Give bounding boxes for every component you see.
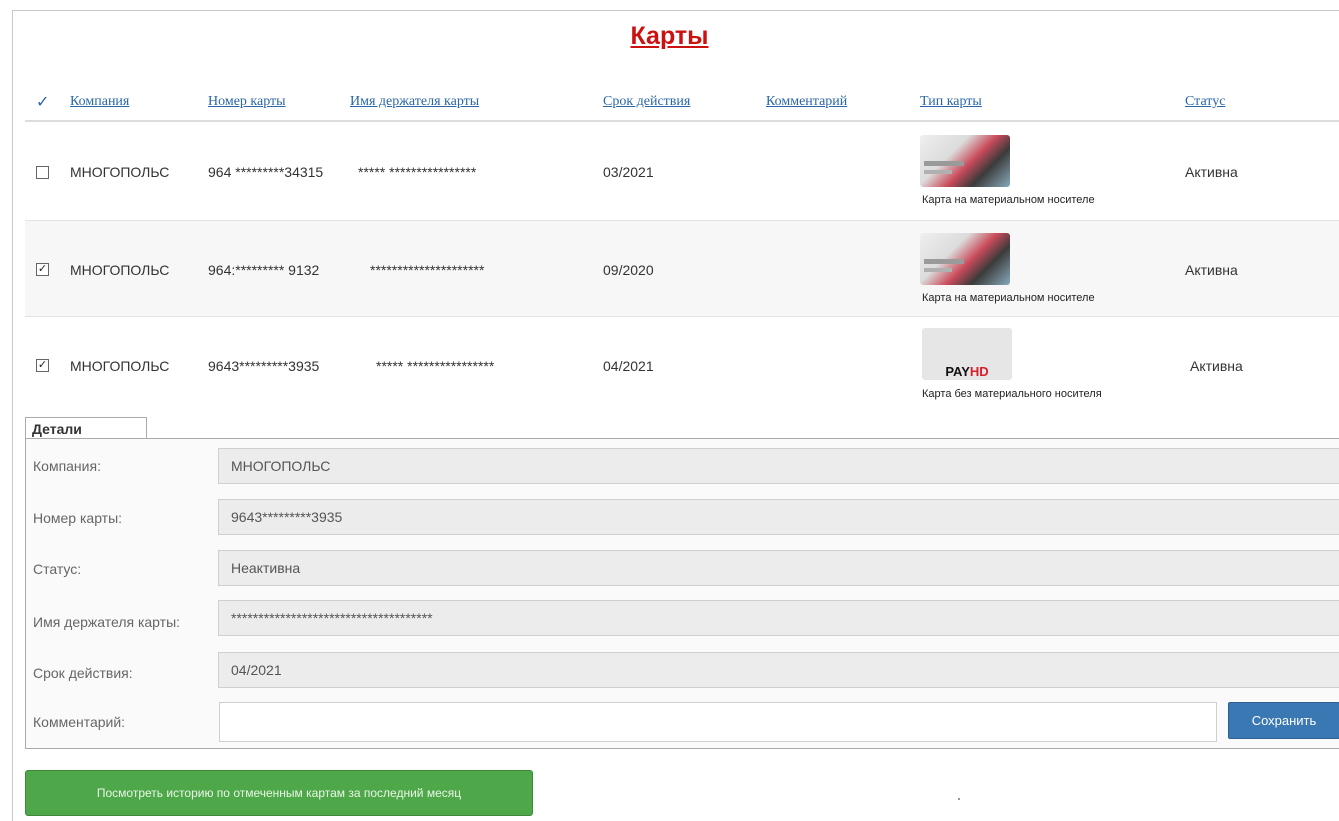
expiry-label: Срок действия: xyxy=(33,665,133,681)
view-history-button[interactable]: Посмотреть историю по отмеченным картам … xyxy=(25,770,533,816)
column-expiry[interactable]: Срок действия xyxy=(603,94,690,110)
comment-label: Комментарий: xyxy=(33,714,126,730)
page-title[interactable]: Карты xyxy=(0,22,1339,51)
column-status[interactable]: Статус xyxy=(1185,94,1225,110)
holder-name-label: Имя держателя карты: xyxy=(33,614,181,630)
expiry-cell: 04/2021 xyxy=(603,358,654,374)
payhd-logo-icon: PAYHD xyxy=(945,364,989,379)
expiry-cell: 09/2020 xyxy=(603,262,654,278)
status-label: Статус: xyxy=(33,561,82,577)
comment-input[interactable] xyxy=(219,702,1217,742)
holder-name-cell: ********************* xyxy=(370,262,485,278)
status-cell: Активна xyxy=(1185,164,1238,180)
column-card-type[interactable]: Тип карты xyxy=(920,94,982,110)
card-number-cell: 964:********* 9132 xyxy=(208,262,320,278)
company-cell: МНОГОПОЛЬС xyxy=(70,164,170,180)
holder-name-cell: ***** **************** xyxy=(376,358,495,374)
row-checkbox[interactable]: ✓ xyxy=(36,263,49,276)
company-field: МНОГОПОЛЬС xyxy=(218,448,1339,484)
stray-dot xyxy=(958,798,960,800)
table-row[interactable]: ✓ МНОГОПОЛЬС 964:********* 9132 ********… xyxy=(25,221,1339,317)
column-company[interactable]: Компания xyxy=(70,94,129,110)
virtual-card-image: PAYHD xyxy=(922,328,1012,380)
company-label: Компания: xyxy=(33,458,101,474)
table-header: ✓ Компания Номер карты Имя держателя кар… xyxy=(25,88,1339,122)
card-number-label: Номер карты: xyxy=(33,510,123,526)
company-cell: МНОГОПОЛЬС xyxy=(70,262,170,278)
status-cell: Активна xyxy=(1190,358,1243,374)
expiry-cell: 03/2021 xyxy=(603,164,654,180)
material-card-image xyxy=(920,233,1010,285)
card-type-cell: Карта без материального носителя xyxy=(922,388,1102,400)
column-holder-name[interactable]: Имя держателя карты xyxy=(350,94,479,110)
table-row[interactable]: ✓ МНОГОПОЛЬС 9643*********3935 ***** ***… xyxy=(25,317,1339,413)
material-card-image xyxy=(920,135,1010,187)
card-number-field: 9643*********3935 xyxy=(218,499,1339,535)
tab-details[interactable]: Детали xyxy=(25,417,147,439)
holder-name-field: ************************************* xyxy=(218,600,1339,636)
table-row[interactable]: МНОГОПОЛЬС 964 *********34315 ***** ****… xyxy=(25,123,1339,221)
expiry-field: 04/2021 xyxy=(218,652,1339,688)
save-button[interactable]: Сохранить xyxy=(1228,702,1339,739)
card-number-cell: 964 *********34315 xyxy=(208,164,324,180)
details-panel: Компания: МНОГОПОЛЬС Номер карты: 9643**… xyxy=(25,438,1339,749)
status-field: Неактивна xyxy=(218,550,1339,586)
card-number-cell: 9643*********3935 xyxy=(208,358,320,374)
status-cell: Активна xyxy=(1185,262,1238,278)
row-checkbox[interactable] xyxy=(36,166,49,179)
select-all-check-icon[interactable]: ✓ xyxy=(36,92,49,112)
company-cell: МНОГОПОЛЬС xyxy=(70,358,170,374)
holder-name-cell: ***** **************** xyxy=(358,164,477,180)
card-type-cell: Карта на материальном носителе xyxy=(922,292,1095,304)
row-checkbox[interactable]: ✓ xyxy=(36,359,49,372)
column-card-number[interactable]: Номер карты xyxy=(208,94,286,110)
column-comment[interactable]: Комментарий xyxy=(766,94,847,110)
card-type-cell: Карта на материальном носителе xyxy=(922,194,1095,206)
